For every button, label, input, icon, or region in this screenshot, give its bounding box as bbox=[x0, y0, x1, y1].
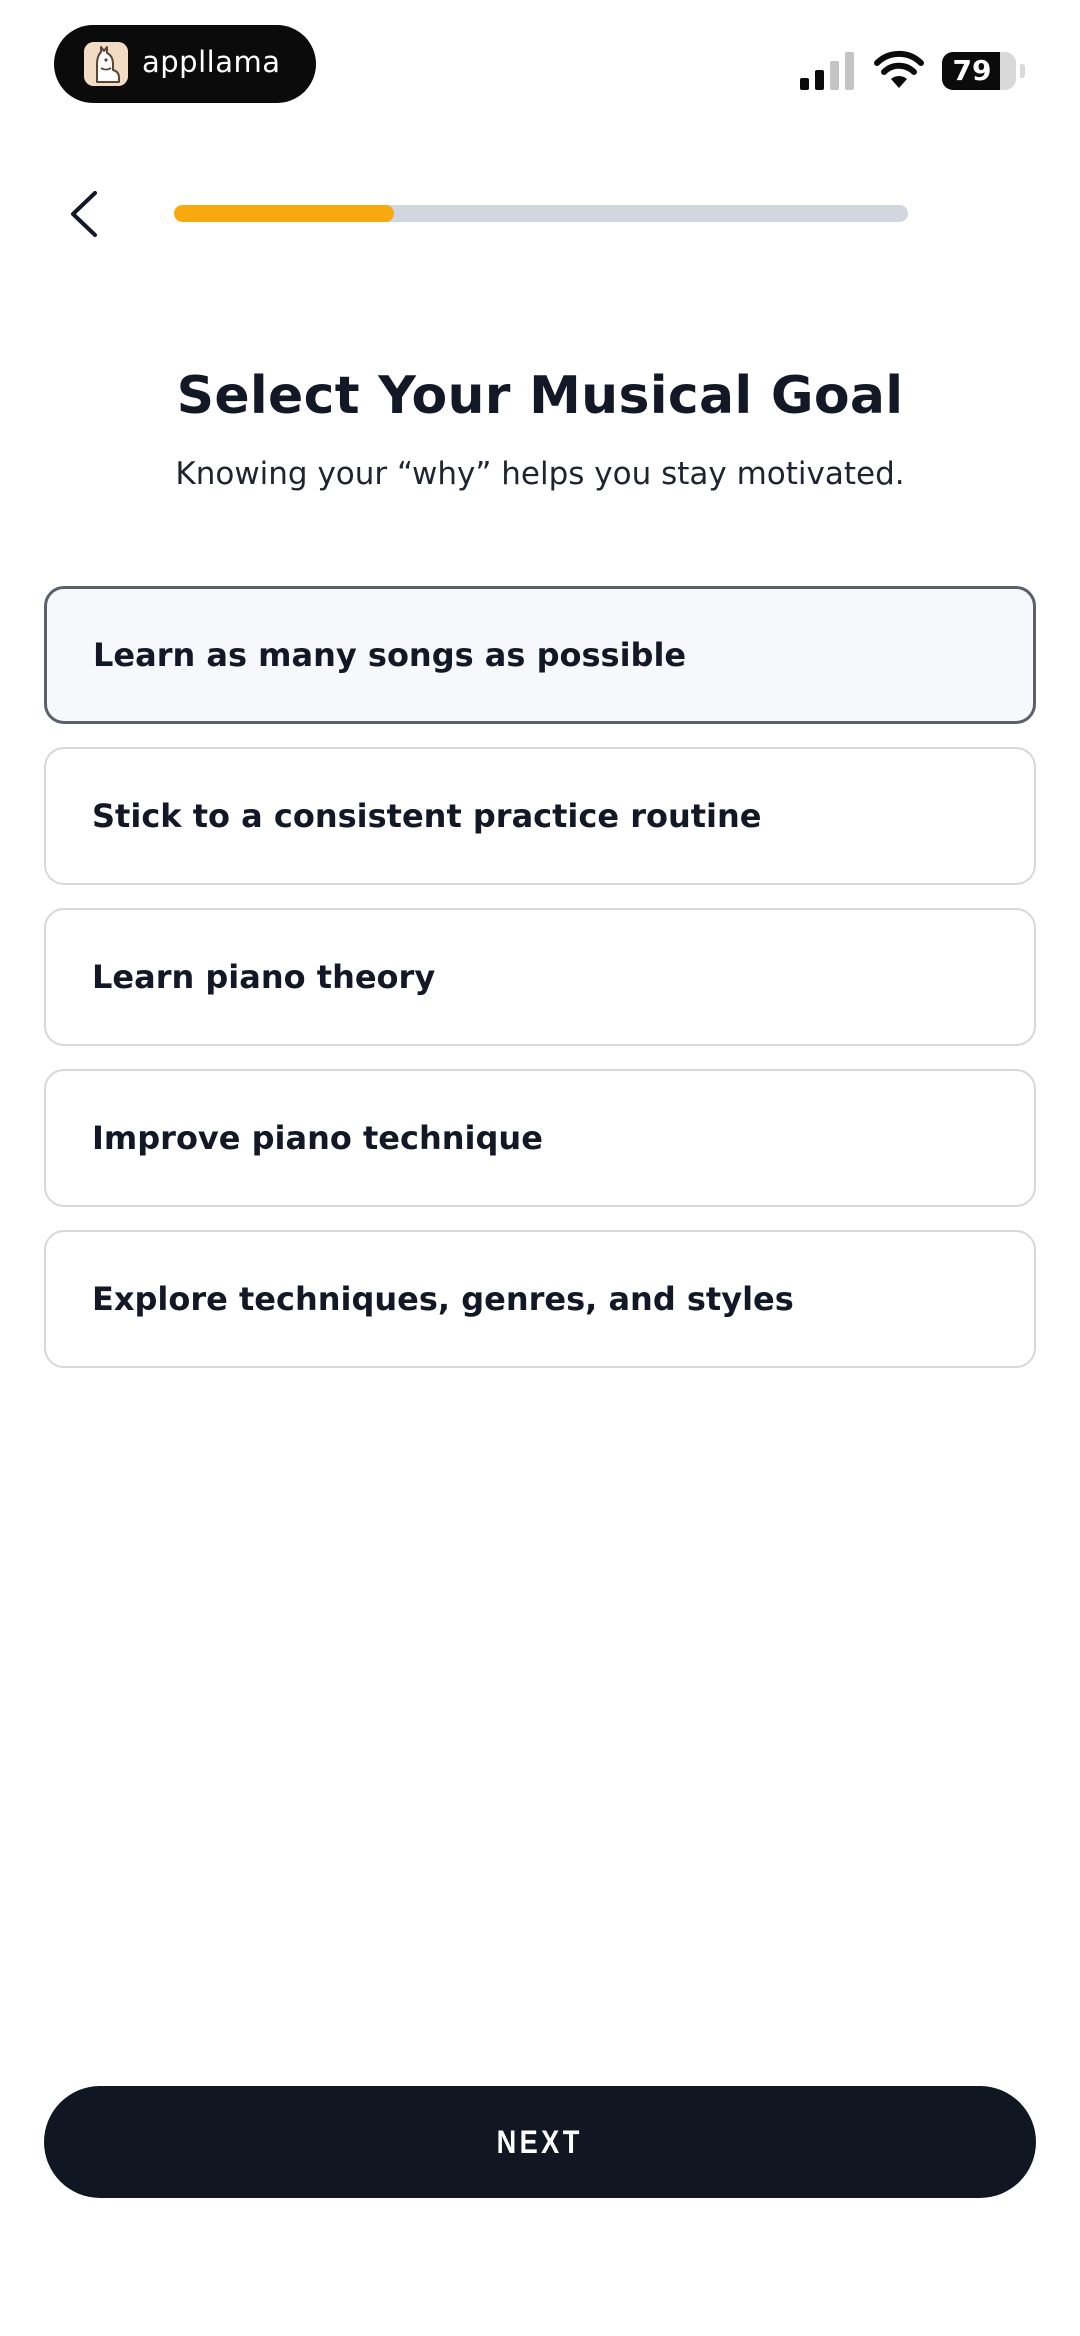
option-label: Improve piano technique bbox=[92, 1119, 543, 1157]
goal-option-learn-songs[interactable]: Learn as many songs as possible bbox=[44, 586, 1036, 724]
status-indicators: 79 bbox=[780, 0, 1080, 140]
wifi-icon bbox=[874, 50, 924, 88]
goal-option-explore-styles[interactable]: Explore techniques, genres, and styles bbox=[44, 1230, 1036, 1368]
option-label: Learn piano theory bbox=[92, 958, 436, 996]
option-label: Explore techniques, genres, and styles bbox=[92, 1280, 794, 1318]
goal-option-piano-technique[interactable]: Improve piano technique bbox=[44, 1069, 1036, 1207]
option-label: Stick to a consistent practice routine bbox=[92, 797, 762, 835]
battery-level-text: 79 bbox=[952, 54, 992, 87]
battery-tip bbox=[1020, 64, 1025, 78]
option-label: Learn as many songs as possible bbox=[93, 636, 687, 674]
goal-option-practice-routine[interactable]: Stick to a consistent practice routine bbox=[44, 747, 1036, 885]
onboarding-progress-bar bbox=[174, 205, 908, 222]
app-name: appllama bbox=[142, 45, 281, 79]
progress-fill bbox=[174, 205, 395, 222]
page-title: Select Your Musical Goal bbox=[176, 366, 904, 426]
page-subtitle: Knowing your “why” helps you stay motiva… bbox=[175, 456, 905, 492]
next-button-label: NEXT bbox=[496, 2123, 584, 2160]
goal-options-list: Learn as many songs as possible Stick to… bbox=[44, 586, 1036, 1391]
next-button[interactable]: NEXT bbox=[44, 2086, 1036, 2198]
cellular-signal-icon bbox=[800, 52, 854, 90]
llama-logo-icon bbox=[84, 42, 128, 86]
battery-icon: 79 bbox=[942, 52, 1016, 90]
app-return-pill[interactable]: appllama bbox=[54, 25, 316, 103]
back-button[interactable] bbox=[56, 184, 112, 244]
chevron-left-icon bbox=[71, 191, 97, 237]
goal-option-piano-theory[interactable]: Learn piano theory bbox=[44, 908, 1036, 1046]
